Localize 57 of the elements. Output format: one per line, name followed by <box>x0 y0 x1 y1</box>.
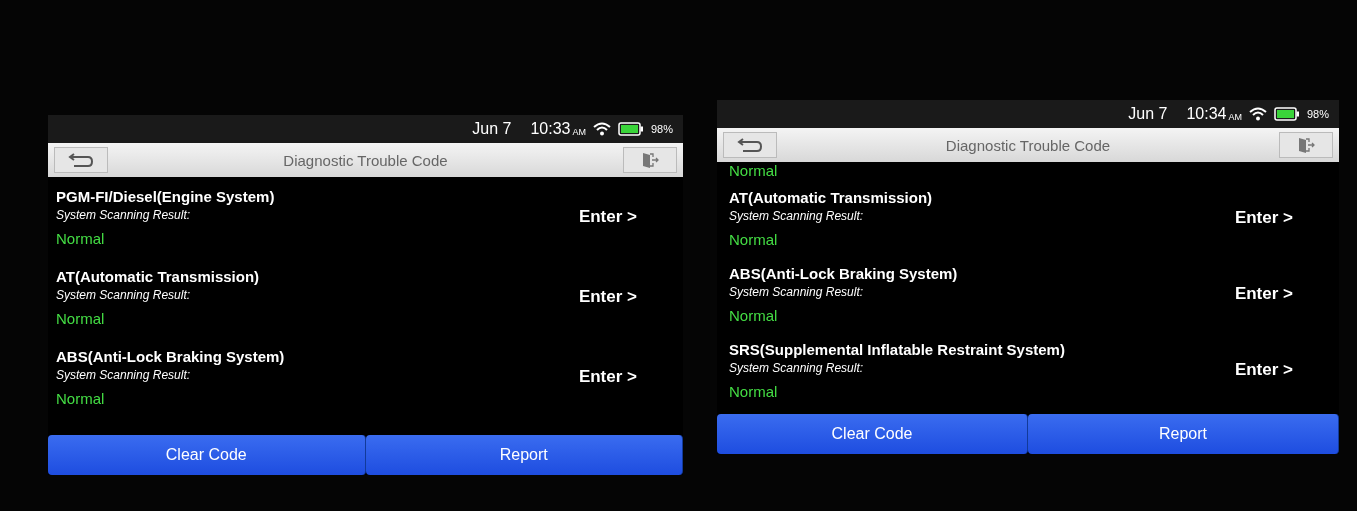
report-button[interactable]: Report <box>1028 414 1339 454</box>
system-name: AT(Automatic Transmission) <box>729 188 933 206</box>
scan-result-text: Normal <box>729 230 779 248</box>
exit-button[interactable] <box>1279 132 1333 158</box>
status-date: Jun 7 <box>1128 105 1168 123</box>
status-date: Jun 7 <box>472 120 512 138</box>
status-ampm: AM <box>1228 111 1242 122</box>
enter-link[interactable]: Enter > <box>578 367 637 387</box>
scan-result-text: Normal <box>729 162 779 180</box>
screen-title: Diagnostic Trouble Code <box>283 151 448 169</box>
battery-icon <box>617 122 644 136</box>
clear-code-button[interactable]: Clear Code <box>48 435 366 475</box>
enter-link[interactable]: Enter > <box>578 287 637 307</box>
scan-result-label: System Scanning Result: <box>56 287 192 302</box>
scan-result-label: System Scanning Result: <box>729 284 865 299</box>
battery-percent: 98% <box>650 123 673 135</box>
system-row[interactable]: SRS(Supplemental Inflatable Restraint System) System Scanning Result: Normal Enter > <box>729 332 1293 408</box>
enter-link[interactable]: Enter > <box>1234 208 1293 228</box>
scan-result-label: System Scanning Result: <box>729 208 865 223</box>
exit-door-icon <box>641 151 659 169</box>
back-arrow-icon <box>737 137 763 153</box>
system-name: PGM-FI/Diesel(Engine System) <box>56 187 275 205</box>
clear-code-button[interactable]: Clear Code <box>717 414 1028 454</box>
battery-icon <box>1273 107 1300 121</box>
scan-result-text: Normal <box>729 382 779 400</box>
scan-result-text: Normal <box>729 306 779 324</box>
battery-percent: 98% <box>1306 108 1329 120</box>
exit-button[interactable] <box>623 147 677 173</box>
back-button[interactable] <box>54 147 108 173</box>
system-name: AT(Automatic Transmission) <box>56 267 260 285</box>
report-button[interactable]: Report <box>365 435 683 475</box>
system-row[interactable]: AT(Automatic Transmission) System Scanning Result: Normal Enter > <box>729 180 1293 256</box>
system-row[interactable]: PGM-FI/Diesel(Engine System) System Scanning Result: Normal Enter > <box>56 177 637 257</box>
scan-result-text: Normal <box>56 229 106 247</box>
back-arrow-icon <box>68 152 94 168</box>
system-name: SRS(Supplemental Inflatable Restraint System) <box>729 340 1065 358</box>
status-ampm: AM <box>572 126 586 137</box>
enter-link[interactable]: Enter > <box>578 207 637 227</box>
scan-result-text: Normal <box>56 389 106 407</box>
system-row[interactable]: ABS(Anti-Lock Braking System) System Scanning Result: Normal Enter > <box>729 256 1293 332</box>
enter-link[interactable]: Enter > <box>1234 360 1293 380</box>
scan-result-label: System Scanning Result: <box>56 207 192 222</box>
wifi-icon <box>592 122 611 136</box>
system-name: ABS(Anti-Lock Braking System) <box>729 264 958 282</box>
status-time: 10:33 <box>530 120 571 138</box>
back-button[interactable] <box>723 132 777 158</box>
enter-link[interactable]: Enter > <box>1234 284 1293 304</box>
screen-title: Diagnostic Trouble Code <box>945 136 1111 154</box>
scan-result-label: System Scanning Result: <box>729 360 865 375</box>
system-row[interactable]: ABS(Anti-Lock Braking System) System Scanning Result: Normal Enter > <box>56 337 637 417</box>
status-time: 10:34 <box>1186 105 1227 123</box>
wifi-icon <box>1248 107 1267 121</box>
system-row[interactable]: AT(Automatic Transmission) System Scanning Result: Normal Enter > <box>56 257 637 337</box>
exit-door-icon <box>1297 136 1315 154</box>
scan-result-text: Normal <box>56 309 106 327</box>
scan-result-label: System Scanning Result: <box>56 367 192 382</box>
system-name: ABS(Anti-Lock Braking System) <box>56 347 285 365</box>
